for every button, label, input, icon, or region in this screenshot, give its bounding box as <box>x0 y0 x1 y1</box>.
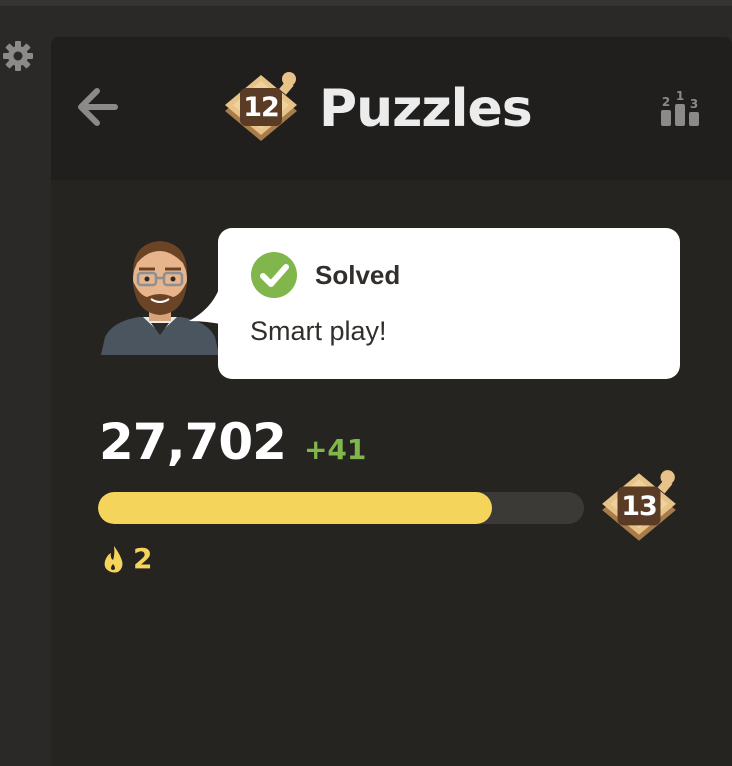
rating-row: 27,702 +41 <box>99 413 366 471</box>
puzzle-rating: 27,702 <box>99 413 287 471</box>
arrow-left-icon <box>78 88 118 126</box>
leaderboard-button[interactable]: 2 1 3 <box>655 84 705 130</box>
podium-icon: 2 1 3 <box>661 89 699 126</box>
podium-digit-2: 2 <box>662 95 670 109</box>
page-title: Puzzles <box>319 79 533 139</box>
level-progress-bar <box>98 492 584 524</box>
feedback-message: Smart play! <box>250 316 387 346</box>
panel-header: 12 Puzzles 2 1 3 <box>51 37 732 180</box>
rating-delta: +41 <box>303 433 367 466</box>
solved-label: Solved <box>315 259 401 290</box>
next-level-number: 13 <box>621 490 658 522</box>
feedback-bubble: Solved Smart play! <box>218 228 680 379</box>
back-button[interactable] <box>75 87 119 127</box>
podium-digit-3: 3 <box>690 97 698 111</box>
puzzle-level-badge: 12 <box>219 67 303 151</box>
check-circle-icon <box>251 252 297 298</box>
gear-icon[interactable] <box>2 40 34 72</box>
next-level-badge: 13 <box>596 465 682 551</box>
streak-count: 2 <box>133 542 153 575</box>
flame-icon <box>104 545 123 572</box>
level-number: 12 <box>243 91 280 123</box>
podium-digit-1: 1 <box>676 89 684 103</box>
level-progress-fill <box>98 492 492 524</box>
header-title-group: 12 Puzzles <box>219 67 533 151</box>
solved-status-row: Solved <box>251 252 400 298</box>
puzzles-panel: 12 Puzzles 2 1 3 Solved Smart play! 27,7… <box>51 37 732 766</box>
window-top-edge <box>0 0 732 6</box>
streak-indicator: 2 <box>103 542 152 575</box>
